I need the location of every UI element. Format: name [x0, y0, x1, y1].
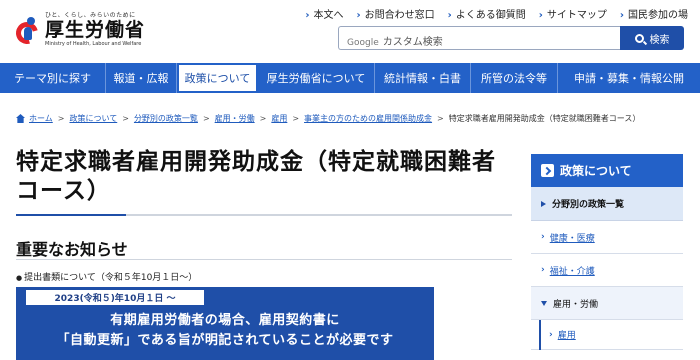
nav-item-press[interactable]: 報道・広報 — [106, 63, 177, 93]
sidebar-item-label: 雇用 — [557, 331, 576, 341]
breadcrumb-separator: > — [122, 114, 129, 123]
breadcrumb-separator: > — [292, 114, 300, 123]
sidebar-item-label: 福祉・介護 — [549, 266, 595, 277]
sidebar-item-welfare-care[interactable]: › 福祉・介護 — [531, 254, 683, 287]
notice-banner: 2023(令和５)年10月１日 ～ 有期雇用労働者の場合、雇用契約書に 「自動更… — [16, 287, 434, 360]
breadcrumb: ホーム > 政策について > 分野別の政策一覧 > 雇用・労働 > 雇用 > 事… — [16, 113, 640, 124]
breadcrumb-link-home[interactable]: ホーム — [29, 113, 53, 124]
nav-item-laws[interactable]: 所管の法令等 — [471, 63, 558, 93]
sidebar-heading[interactable]: 政策について — [531, 154, 683, 187]
sidebar-item-employment[interactable]: › 雇用 — [531, 319, 683, 350]
triangle-down-icon — [541, 300, 547, 306]
arrow-right-icon: › — [541, 232, 545, 242]
util-link-contact[interactable]: お問合わせ窓口 — [357, 6, 435, 21]
util-link-public-participation[interactable]: 国民参加の場 — [620, 6, 688, 21]
banner-text-line2: 「自動更新」である旨が明記されていることが必要です — [56, 333, 394, 348]
nav-item-browse-by-theme[interactable]: テーマ別に探す — [0, 63, 106, 93]
breadcrumb-link-employment[interactable]: 雇用 — [271, 113, 287, 124]
logo-mark-icon — [11, 14, 43, 49]
breadcrumb-current: 特定求職者雇用開発助成金（特定就職困難者コース） — [448, 114, 641, 123]
nav-item-statistics[interactable]: 統計情報・白書 — [375, 63, 471, 93]
search-button-label: 検索 — [649, 34, 670, 46]
google-label: Google — [347, 38, 379, 48]
breadcrumb-link-policy-list[interactable]: 分野別の政策一覧 — [134, 113, 198, 124]
util-link-faq[interactable]: よくある御質問 — [448, 6, 526, 21]
arrow-right-icon: › — [541, 265, 545, 275]
banner-text-line1: 有期雇用労働者の場合、雇用契約書に — [110, 313, 340, 328]
title-divider — [16, 214, 512, 216]
home-icon — [16, 114, 25, 123]
sidebar-subheading-label: 分野別の政策一覧 — [552, 200, 625, 210]
section-heading-important-notice: 重要なお知らせ — [16, 240, 128, 259]
breadcrumb-separator: > — [259, 114, 267, 123]
site-logo[interactable]: ひと、くらし、みらいのために 厚生労働省 Ministry of Health,… — [11, 12, 146, 49]
search-input[interactable]: Google カスタム検索 — [338, 26, 620, 50]
global-nav: テーマ別に探す 報道・広報 政策について 厚生労働省について 統計情報・白書 所… — [0, 63, 700, 93]
sidebar-item-label: 雇用・労働 — [553, 299, 599, 310]
nav-item-policies[interactable]: 政策について — [177, 63, 258, 93]
search-button[interactable]: 検索 — [620, 26, 684, 50]
breadcrumb-separator: > — [437, 114, 444, 123]
page-title-line1: 特定求職者雇用開発助成金（特定就職困難者 — [16, 149, 496, 175]
logo-site-name: 厚生労働省 — [45, 19, 146, 41]
sidebar-nav: 政策について 分野別の政策一覧 › 健康・医療 › 福祉・介護 雇用・労働 › … — [531, 154, 683, 350]
breadcrumb-link-employer-subsidies[interactable]: 事業主の方のための雇用関係助成金 — [304, 113, 432, 124]
site-header: ひと、くらし、みらいのために 厚生労働省 Ministry of Health,… — [0, 0, 700, 62]
triangle-right-icon — [541, 200, 546, 207]
sidebar-item-label: 健康・医療 — [549, 233, 595, 244]
logo-site-name-en: Ministry of Health, Labour and Welfare — [45, 41, 142, 47]
page-title-line2: コース） — [16, 178, 111, 204]
nav-item-applications[interactable]: 申請・募集・情報公開 — [558, 63, 700, 93]
breadcrumb-link-employment-labour[interactable]: 雇用・労働 — [215, 113, 255, 124]
search-icon — [634, 33, 644, 43]
utility-links: 本文へ お問合わせ窓口 よくある御質問 サイトマップ 国民参加の場 — [305, 6, 689, 21]
section-divider — [16, 259, 512, 260]
notice-bullet-item: 提出書類について（令和５年10月１日～） — [16, 270, 197, 283]
search-bar: Google カスタム検索 検索 — [338, 26, 684, 50]
util-link-sitemap[interactable]: サイトマップ — [539, 6, 607, 21]
nav-item-about-ministry[interactable]: 厚生労働省について — [258, 63, 375, 93]
util-link-skip-to-content[interactable]: 本文へ — [305, 6, 344, 21]
sidebar-subheading[interactable]: 分野別の政策一覧 — [531, 187, 683, 221]
breadcrumb-separator: > — [57, 114, 65, 123]
breadcrumb-link-policies[interactable]: 政策について — [69, 113, 117, 124]
active-indicator — [539, 319, 541, 350]
breadcrumb-separator: > — [202, 114, 210, 123]
chevron-right-icon — [541, 164, 554, 177]
sidebar-heading-label: 政策について — [560, 164, 632, 178]
page-title: 特定求職者雇用開発助成金（特定就職困難者 コース） — [16, 148, 506, 206]
arrow-right-icon: › — [549, 329, 553, 340]
banner-date-label: 2023(令和５)年10月１日 ～ — [26, 290, 204, 305]
sidebar-item-health-medical[interactable]: › 健康・医療 — [531, 221, 683, 254]
search-placeholder: カスタム検索 — [382, 37, 443, 48]
sidebar-item-employment-labour[interactable]: 雇用・労働 — [531, 287, 683, 320]
